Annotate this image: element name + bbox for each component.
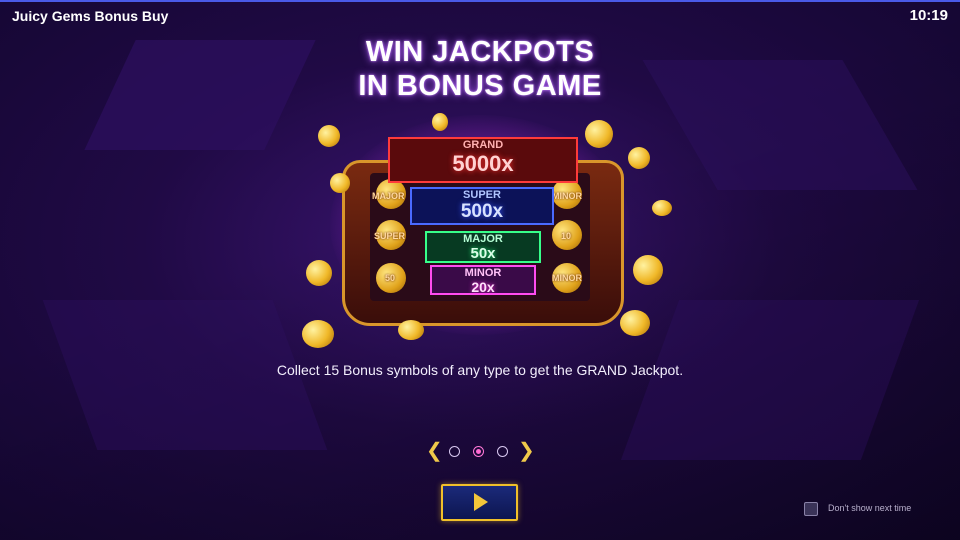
reel-symbol-label: 10 (561, 231, 572, 241)
jackpot-grand-plaque: GRAND 5000x (388, 137, 578, 183)
status-bar: Juicy Gems Bonus Buy 10:19 (0, 0, 960, 32)
flying-coin (398, 320, 424, 340)
app-title: Juicy Gems Bonus Buy (12, 8, 169, 24)
flying-coin (633, 255, 663, 285)
flying-coin (302, 320, 334, 348)
jackpot-major-value: 50x (470, 245, 496, 262)
jackpot-minor-name: MINOR (464, 267, 502, 279)
clock: 10:19 (909, 7, 948, 24)
flying-coin (432, 113, 448, 131)
reel-symbol-label: MINOR (552, 273, 582, 283)
flying-coin (585, 120, 613, 148)
jackpot-super-value: 500x (460, 201, 504, 222)
page-indicator: ❮ ❯ (424, 440, 535, 464)
flying-coin (318, 125, 340, 147)
page-dot-3[interactable] (497, 446, 508, 457)
reel-symbol-label: MAJOR (372, 191, 405, 201)
jackpot-grand-name: GRAND (462, 139, 504, 151)
page-dot-1[interactable] (449, 446, 460, 457)
flying-coin (628, 147, 650, 169)
chevron-right-icon[interactable]: ❯ (518, 441, 535, 461)
jackpot-major-name: MAJOR (463, 233, 503, 245)
info-caption: Collect 15 Bonus symbols of any type to … (276, 362, 684, 378)
dont-show-label: Don't show next time (828, 503, 912, 513)
jackpot-super-plaque: SUPER 500x (410, 187, 554, 225)
flying-coin (306, 260, 332, 286)
reel-symbol-label: SUPER (374, 231, 406, 241)
reel-symbol-label: MINOR (552, 191, 582, 201)
jackpot-illustration: MAJOR SUPER 50 MINOR 10 MINOR GRAND 5000… (290, 105, 672, 350)
headline-line-2: IN BONUS GAME (358, 70, 602, 102)
jackpot-grand-value: 5000x (452, 151, 514, 176)
dont-show-checkbox[interactable] (804, 502, 818, 516)
jackpot-minor-plaque: MINOR 20x (430, 265, 536, 295)
page-dot-2-active[interactable] (473, 446, 484, 457)
play-icon (474, 493, 488, 511)
chevron-left-icon[interactable]: ❮ (426, 441, 443, 461)
jackpot-major-plaque: MAJOR 50x (425, 231, 541, 263)
flying-coin (652, 200, 672, 216)
jackpot-super-name: SUPER (463, 189, 501, 201)
flying-coin (330, 173, 350, 193)
headline-line-1: WIN JACKPOTS (365, 36, 595, 68)
jackpot-minor-value: 20x (471, 279, 495, 295)
dont-show-toggle[interactable]: Don't show next time (804, 502, 934, 518)
reel-symbol-label: 50 (385, 273, 396, 283)
flying-coin (620, 310, 650, 336)
play-button[interactable] (441, 484, 518, 521)
